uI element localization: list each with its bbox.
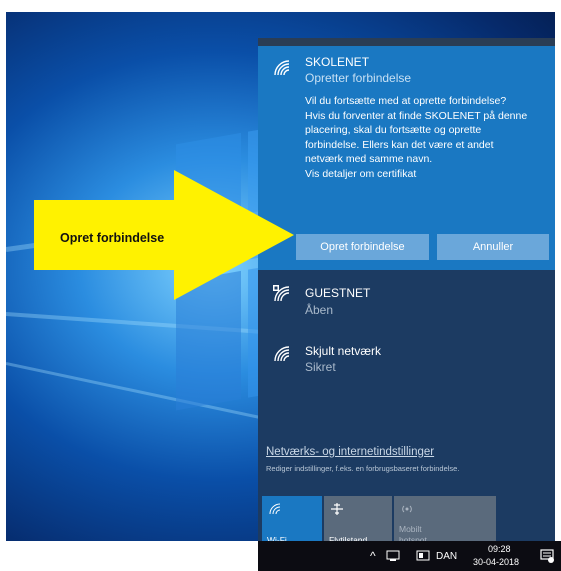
network-name: Skjult netværk — [305, 344, 382, 358]
wifi-icon — [269, 503, 281, 515]
network-status: Opretter forbindelse — [305, 71, 412, 85]
message-line: netværk med samme navn. — [305, 153, 433, 166]
message-line: Hvis du forventer at finde SKOLENET på d… — [305, 109, 528, 122]
wifi-icon — [274, 346, 290, 362]
network-status: Sikret — [305, 360, 336, 374]
taskbar: ^ DAN 09:28 30-04-2018 — [258, 541, 561, 571]
input-language[interactable]: DAN — [436, 551, 457, 562]
cancel-button[interactable]: Annuller — [437, 234, 549, 260]
certificate-details-link[interactable]: Vis detaljer om certifikat — [305, 167, 550, 182]
message-line: Vil du fortsætte med at oprette forbinde… — [305, 95, 507, 107]
screenshot: SKOLENET Opretter forbindelse Vil du for… — [0, 0, 561, 571]
clock-date[interactable]: 30-04-2018 — [473, 557, 519, 567]
callout-label: Opret forbindelse — [60, 231, 165, 245]
message-line: forbindelse. Ellers kan det være et ande… — [305, 138, 494, 151]
selected-network-panel: SKOLENET Opretter forbindelse Vil du for… — [258, 38, 555, 270]
language-bar-icon[interactable] — [416, 550, 430, 562]
network-name: SKOLENET — [305, 55, 370, 69]
flyout-top-strip — [258, 38, 555, 46]
chevron-up-icon[interactable]: ^ — [370, 549, 376, 563]
connect-confirmation-message: Vil du fortsætte med at oprette forbinde… — [305, 94, 550, 182]
network-settings-description: Rediger indstillinger, f.eks. en forbrug… — [266, 464, 460, 473]
message-line: placering, skal du fortsætte og oprette — [305, 124, 482, 137]
network-settings-link[interactable]: Netværks- og internetindstillinger — [266, 446, 434, 458]
network-tray-icon[interactable] — [386, 550, 400, 561]
network-flyout: SKOLENET Opretter forbindelse Vil du for… — [258, 38, 555, 549]
clock-time[interactable]: 09:28 — [488, 544, 511, 554]
network-status: Åben — [305, 303, 334, 317]
connect-button[interactable]: Opret forbindelse — [296, 234, 429, 260]
network-name: GUESTNET — [305, 286, 371, 300]
hotspot-icon — [402, 505, 412, 513]
tile-label: Mobilt — [399, 524, 422, 534]
airplane-icon — [331, 503, 343, 515]
wifi-icon — [274, 60, 290, 76]
action-center-icon[interactable] — [540, 549, 554, 563]
